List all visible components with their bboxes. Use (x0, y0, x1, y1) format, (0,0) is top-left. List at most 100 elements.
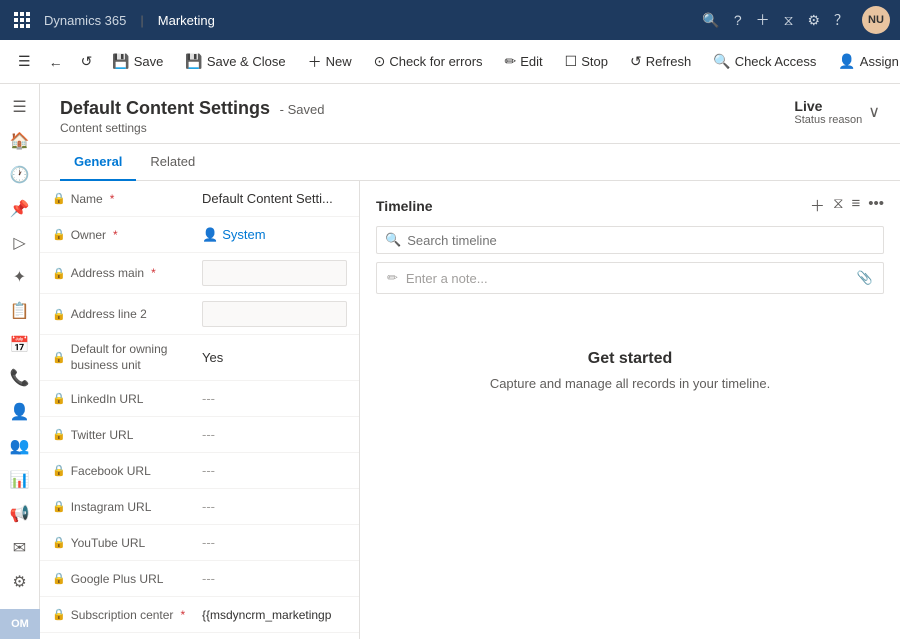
field-instagram: 🔒 Instagram URL --- (40, 489, 359, 525)
timeline-actions: ＋ ⧖ ≡ ••• (810, 195, 884, 216)
help-icon[interactable]: ? (734, 12, 742, 28)
status-reason-label: Status reason (794, 114, 862, 126)
lock-icon-youtube: 🔒 (52, 536, 66, 549)
timeline-list-icon[interactable]: ≡ (851, 195, 860, 216)
sidebar-item-settings2[interactable]: ⚙ (2, 567, 38, 597)
status-info: Live Status reason (794, 98, 862, 126)
field-value-address2[interactable] (202, 301, 347, 327)
save-button[interactable]: 💾 Save (102, 47, 173, 76)
main-layout: ☰ 🏠 🕐 📌 ▷ ✦ 📋 📅 📞 👤 👥 📊 📢 ✉ ⚙ 📁 Defau (0, 84, 900, 639)
field-value-owner[interactable]: 👤 System (202, 227, 347, 243)
get-started-title: Get started (588, 350, 672, 368)
tab-related[interactable]: Related (136, 144, 209, 181)
timeline-add-icon[interactable]: ＋ (810, 195, 825, 216)
field-youtube: 🔒 YouTube URL --- (40, 525, 359, 561)
lock-icon-address: 🔒 (52, 267, 66, 280)
status-section[interactable]: Live Status reason ∨ (794, 98, 880, 126)
lock-icon-default: 🔒 (52, 351, 66, 364)
sidebar-item-email[interactable]: ✉ (2, 533, 38, 563)
timeline-title: Timeline (376, 198, 433, 214)
new-button[interactable]: ＋ New (298, 46, 362, 78)
lock-icon: 🔒 (52, 192, 66, 205)
settings-icon[interactable]: ⚙ (807, 12, 820, 29)
refresh-button[interactable]: ↺ Refresh (620, 47, 701, 76)
status-chevron-icon[interactable]: ∨ (868, 102, 880, 122)
menu-toggle-button[interactable]: ☰ (10, 47, 39, 76)
save-close-button[interactable]: 💾 Save & Close (175, 47, 295, 76)
lock-icon-twitter: 🔒 (52, 428, 66, 441)
field-default-owning: 🔒 Default for owning business unit Yes (40, 335, 359, 381)
new-icon: ＋ (308, 52, 322, 72)
label-text-linkedin: LinkedIn URL (71, 392, 144, 406)
sidebar-item-menu[interactable]: ☰ (2, 92, 38, 122)
lock-icon-address2: 🔒 (52, 308, 66, 321)
note-input-area[interactable]: ✏ Enter a note... 📎 (376, 262, 884, 294)
field-value-facebook[interactable]: --- (202, 463, 347, 478)
timeline-filter-icon[interactable]: ⧖ (833, 195, 844, 216)
sidebar-item-analytics[interactable]: 📊 (2, 465, 38, 495)
lock-icon-googleplus: 🔒 (52, 572, 66, 585)
field-label-twitter: 🔒 Twitter URL (52, 428, 202, 442)
edit-button[interactable]: ✏ Edit (495, 47, 553, 76)
sidebar-item-team[interactable]: 👥 (2, 431, 38, 461)
sidebar-item-calendar[interactable]: 📅 (2, 330, 38, 360)
field-label-youtube: 🔒 YouTube URL (52, 536, 202, 550)
waffle-icon[interactable] (10, 8, 34, 32)
attach-icon[interactable]: 📎 (857, 270, 873, 286)
field-value-address-main[interactable] (202, 260, 347, 286)
field-value-linkedin[interactable]: --- (202, 391, 347, 406)
tab-bar: General Related (40, 144, 900, 181)
label-text-youtube: YouTube URL (71, 536, 146, 550)
field-address-main: 🔒 Address main * (40, 253, 359, 294)
form-area: 🔒 Name * Default Content Setti... 🔒 Owne… (40, 181, 900, 639)
refresh-icon: ↺ (630, 53, 642, 70)
timeline-more-icon[interactable]: ••• (868, 195, 884, 216)
label-text-subscription: Subscription center (71, 608, 174, 622)
main-content-area: Default Content Settings - Saved Content… (40, 84, 900, 639)
field-label-default-owning: 🔒 Default for owning business unit (52, 342, 202, 373)
om-bar[interactable]: OM (0, 609, 40, 639)
field-googleplus: 🔒 Google Plus URL --- (40, 561, 359, 597)
assign-button[interactable]: 👤 Assign (828, 47, 900, 76)
sidebar-item-marketing[interactable]: 📢 (2, 499, 38, 529)
back-button[interactable]: ← (41, 48, 71, 76)
field-value-subscription[interactable]: {{msdyncrm_marketingp (202, 608, 347, 622)
tab-general[interactable]: General (60, 144, 136, 181)
search-icon[interactable]: 🔍 (702, 12, 719, 29)
sidebar-item-contacts[interactable]: 👤 (2, 397, 38, 427)
sidebar-item-entities[interactable]: 📋 (2, 296, 38, 326)
filter-icon[interactable]: ⧖ (784, 12, 794, 29)
field-value-twitter[interactable]: --- (202, 427, 347, 442)
lock-icon-instagram: 🔒 (52, 500, 66, 513)
lock-icon-linkedin: 🔒 (52, 392, 66, 405)
assign-icon: 👤 (838, 53, 855, 70)
field-twitter: 🔒 Twitter URL --- (40, 417, 359, 453)
sidebar-item-phone[interactable]: 📞 (2, 364, 38, 394)
check-access-button[interactable]: 🔍 Check Access (703, 47, 826, 76)
field-value-googleplus[interactable]: --- (202, 571, 347, 586)
timeline-search-bar[interactable]: 🔍 (376, 226, 884, 254)
field-value-instagram[interactable]: --- (202, 499, 347, 514)
sidebar-item-recent[interactable]: 🕐 (2, 160, 38, 190)
timeline-empty-state: Get started Capture and manage all recor… (376, 310, 884, 431)
refresh-nav-button[interactable]: ↺ (73, 47, 101, 76)
question-icon[interactable]: ？ (834, 10, 848, 30)
get-started-subtitle: Capture and manage all records in your t… (490, 376, 770, 391)
record-title-area: Default Content Settings - Saved Content… (60, 98, 324, 135)
sidebar-item-play[interactable]: ▷ (2, 228, 38, 258)
new-record-icon[interactable]: ＋ (756, 10, 770, 30)
search-timeline-input[interactable] (407, 233, 875, 248)
app-module-label[interactable]: Marketing (158, 13, 215, 28)
user-avatar[interactable]: NU (862, 6, 890, 34)
check-for-errors-button[interactable]: ⊙ Check for errors (364, 47, 493, 76)
field-value-default-owning[interactable]: Yes (202, 350, 347, 365)
sidebar-item-star[interactable]: ✦ (2, 262, 38, 292)
field-value-youtube[interactable]: --- (202, 535, 347, 550)
command-bar: ☰ ← ↺ 💾 Save 💾 Save & Close ＋ New ⊙ Chec… (0, 40, 900, 84)
field-value-name[interactable]: Default Content Setti... (202, 191, 347, 206)
app-name-label[interactable]: Dynamics 365 (44, 13, 126, 28)
record-name: Default Content Settings (60, 98, 270, 118)
sidebar-item-pinned[interactable]: 📌 (2, 194, 38, 224)
sidebar-item-home[interactable]: 🏠 (2, 126, 38, 156)
stop-button[interactable]: ☐ Stop (555, 47, 618, 76)
